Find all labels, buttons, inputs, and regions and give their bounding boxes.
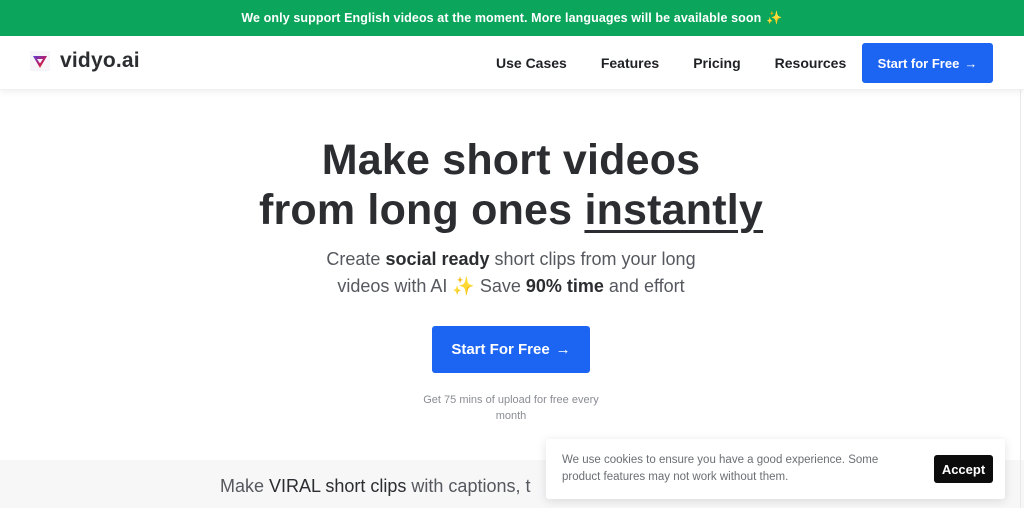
navbar: vidyo.ai Use Cases Features Pricing Reso… [0,36,1024,90]
subtitle-text: videos with AI [337,276,453,296]
announcement-bar: We only support English videos at the mo… [0,0,1024,36]
hero-section: Make short videos from long ones instant… [0,90,1024,460]
feature-band-text: Make VIRAL short clips with captions, t [220,476,530,497]
band-text-part: Make [220,476,270,496]
brand-name: vidyo.ai [60,49,140,72]
subtitle-bold: social ready [385,249,490,269]
subtitle-text: short clips from your long [489,249,696,269]
nav-resources[interactable]: Resources [775,55,847,71]
subtitle-text: Save [474,276,526,296]
hero-title-emphasis: instantly [584,186,764,234]
start-for-free-hero-button[interactable]: Start For Free → [432,326,590,373]
page-edge-divider [1020,90,1021,508]
sparkles-icon: ✨ [766,10,783,25]
start-for-free-nav-button[interactable]: Start for Free → [862,43,993,83]
band-text-bold: VIRAL short clips [269,476,407,496]
hero-title-line2: from long ones [258,186,585,234]
hero-title-line1: Make short videos [321,136,701,184]
hero-subtitle: Create social ready short clips from you… [0,246,1022,300]
nav-links: Use Cases Features Pricing Resources [496,36,880,90]
subtitle-text: Create [326,249,386,269]
subtitle-bold: 90% time [525,276,604,296]
free-upload-note: Get 75 mins of upload for free every mon… [423,394,599,422]
hero-title: Make short videos from long ones instant… [0,135,1022,235]
nav-cta-label: Start for Free [877,55,960,71]
nav-features[interactable]: Features [601,55,659,71]
accept-cookies-button[interactable]: Accept [934,455,993,483]
nav-pricing[interactable]: Pricing [693,55,740,71]
arrow-right-icon: → [555,341,571,358]
announcement-text: We only support English videos at the mo… [241,11,762,25]
brand-logo[interactable]: vidyo.ai [30,49,140,73]
subtitle-text: and effort [603,276,685,296]
vidyo-logo-icon [30,51,50,71]
hero-cta-label: Start For Free [451,341,550,358]
cookie-message: We use cookies to ensure you have a good… [562,454,879,483]
arrow-right-icon: → [964,55,978,71]
band-text-part: with captions, t [406,476,531,496]
nav-use-cases[interactable]: Use Cases [496,55,567,71]
cookie-banner: We use cookies to ensure you have a good… [546,439,1005,499]
sparkles-icon: ✨ [452,276,475,296]
